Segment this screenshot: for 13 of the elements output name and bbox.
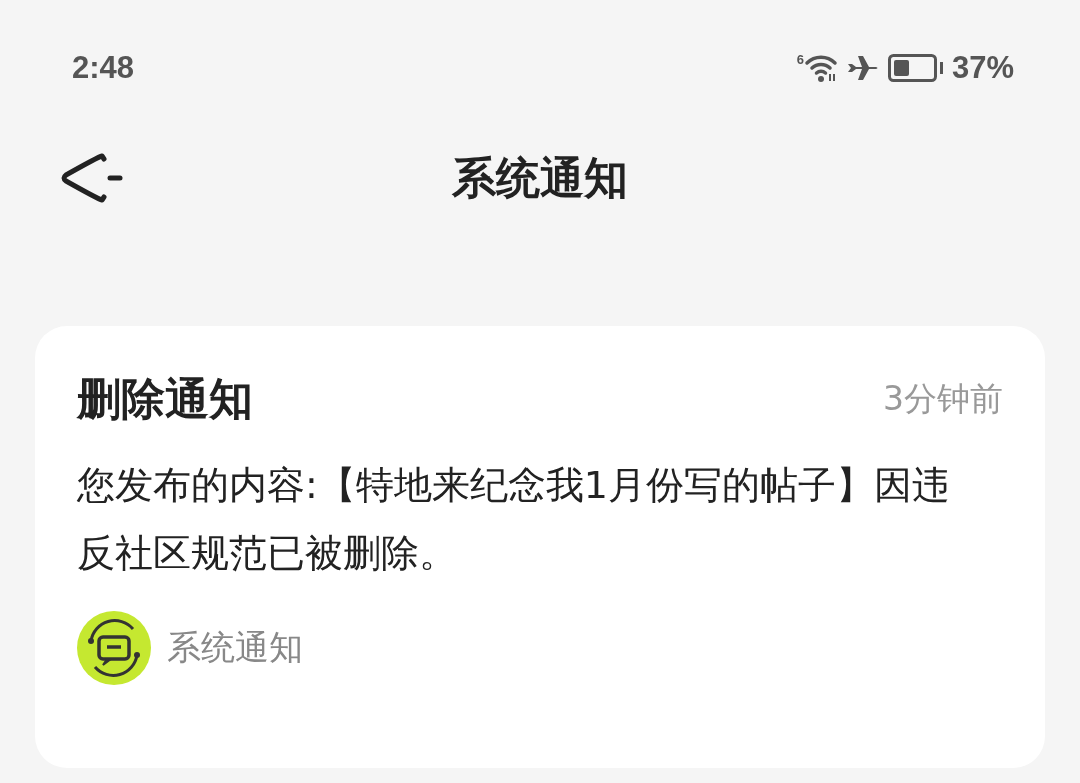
robot-avatar-icon [77, 611, 151, 685]
airplane-icon [845, 55, 880, 81]
status-time: 2:48 [72, 50, 135, 86]
battery-percent: 37% [951, 50, 1014, 86]
notification-title: 删除通知 [77, 372, 253, 426]
notification-text: 您发布的内容:【特地来纪念我1月份写的帖子】因违反社区规范已被删除。 [77, 462, 951, 577]
page-title: 系统通知 [452, 150, 628, 205]
wifi-generation-label: 6 [796, 53, 804, 66]
battery-icon [887, 54, 944, 82]
wifi-icon [803, 53, 838, 83]
notification-card[interactable]: 删除通知 3分钟前 您发布的内容:【特地来纪念我1月份写的帖子】因违反社区规范已被删除。 系统通知 [35, 326, 1045, 768]
notification-time: 3分钟前 [883, 378, 1003, 420]
sender-name: 系统通知 [167, 626, 303, 669]
